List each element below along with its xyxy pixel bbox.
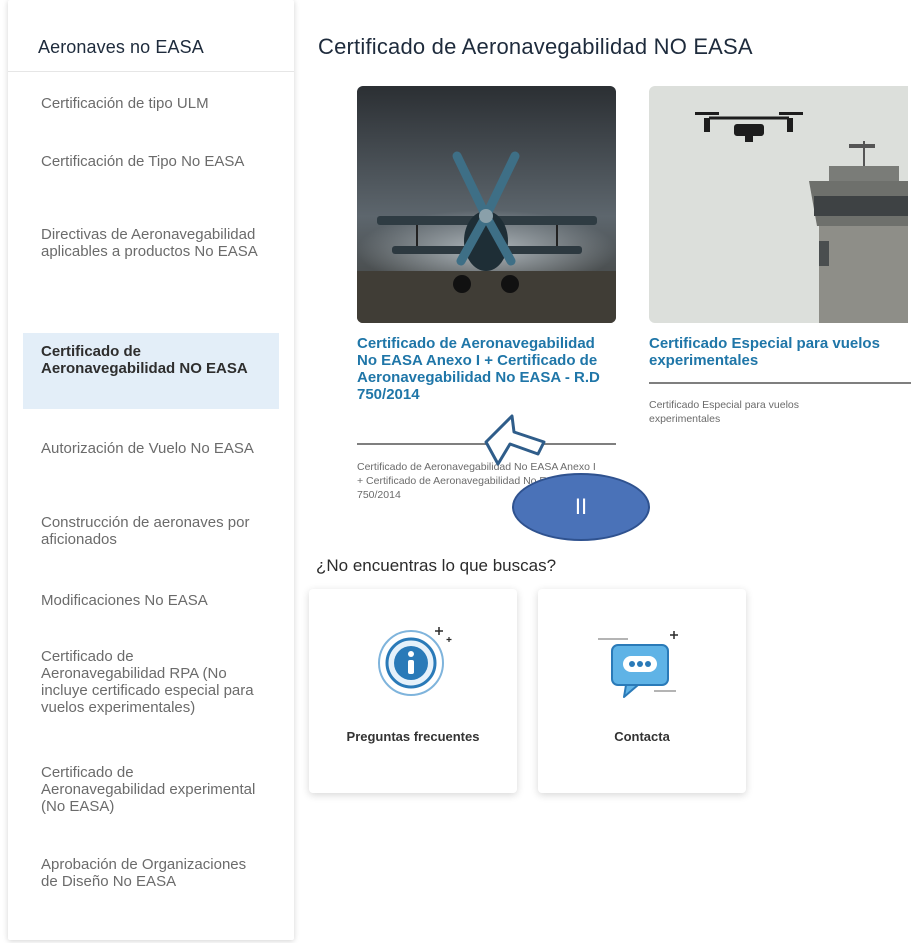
sidebar: Aeronaves no EASA Certificación de tipo …: [8, 0, 294, 940]
page-title: Certificado de Aeronavegabilidad NO EASA: [318, 34, 753, 59]
biplane-photo[interactable]: [357, 86, 616, 323]
sidebar-title: Aeronaves no EASA: [38, 37, 204, 57]
sidebar-item-directivas[interactable]: Directivas de Aeronavegabilidad aplicabl…: [23, 226, 279, 260]
biplane-image: [357, 86, 616, 323]
card-drone-description: Certificado Especial para vuelos experim…: [649, 399, 799, 425]
drone-tower-image: [649, 86, 908, 323]
sidebar-item-certificado-rpa[interactable]: Certificado de Aeronavegabilidad RPA (No…: [23, 648, 279, 716]
arrow-cursor-icon: [484, 414, 546, 466]
card-drone-title[interactable]: Certificado Especial para vuelos experim…: [649, 335, 911, 369]
sidebar-item-certificacion-tipo-ulm[interactable]: Certificación de tipo ULM: [23, 95, 279, 112]
sidebar-item-construccion-aficionados[interactable]: Construcción de aeronaves por aficionado…: [23, 514, 279, 548]
help-heading: ¿No encuentras lo que buscas?: [316, 556, 557, 575]
faq-tile[interactable]: Preguntas frecuentes: [309, 589, 517, 793]
card-drone-divider: [649, 382, 911, 384]
contact-label: Contacta: [614, 729, 670, 744]
contact-tile[interactable]: Contacta: [538, 589, 746, 793]
sidebar-item-modificaciones[interactable]: Modificaciones No EASA: [23, 592, 279, 609]
chat-icon: [598, 631, 678, 698]
sidebar-item-certificado-experimental[interactable]: Certificado de Aeronavegabilidad experim…: [23, 764, 279, 815]
sidebar-item-aprobacion-organizaciones[interactable]: Aprobación de Organizaciones de Diseño N…: [23, 856, 279, 890]
sidebar-item-certificado-aeronavegabilidad-no-easa[interactable]: Certificado de Aeronavegabilidad NO EASA: [23, 333, 279, 409]
sidebar-header: Aeronaves no EASA: [8, 0, 294, 72]
drone-tower-photo[interactable]: [649, 86, 908, 323]
card-biplane-title[interactable]: Certificado de Aeronavegabilidad No EASA…: [357, 335, 612, 403]
info-icon: [378, 627, 452, 696]
overlay-badge: II: [512, 473, 650, 541]
sidebar-item-autorizacion-vuelo[interactable]: Autorización de Vuelo No EASA: [23, 440, 279, 457]
faq-label: Preguntas frecuentes: [346, 729, 480, 744]
sidebar-item-certificacion-tipo-no-easa[interactable]: Certificación de Tipo No EASA: [23, 153, 279, 170]
